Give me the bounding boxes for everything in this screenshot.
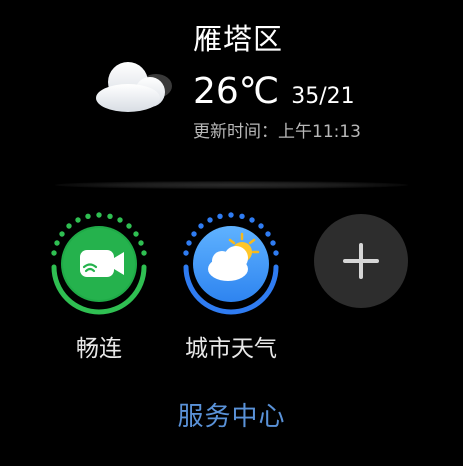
changlian-video-icon — [51, 212, 147, 315]
weather-widget[interactable]: 雁塔区 26℃ 35/21 更新时间：上午11:13 — [0, 0, 463, 175]
add-service-button[interactable] — [314, 214, 408, 308]
current-temperature: 26℃ — [193, 71, 280, 112]
cloud-icon — [96, 62, 172, 112]
city-weather-icon — [183, 212, 279, 315]
temperature-row: 26℃ 35/21 — [193, 72, 355, 112]
temperature-range: 35/21 — [291, 84, 355, 109]
update-time: 更新时间：上午11:13 — [193, 122, 361, 142]
location-name: 雁塔区 — [193, 22, 284, 56]
app-label-city-weather: 城市天气 — [185, 336, 277, 362]
app-label-changlian: 畅连 — [76, 336, 122, 362]
plus-icon — [343, 243, 379, 279]
section-divider — [55, 181, 408, 189]
service-center-link[interactable]: 服务中心 — [0, 400, 463, 434]
